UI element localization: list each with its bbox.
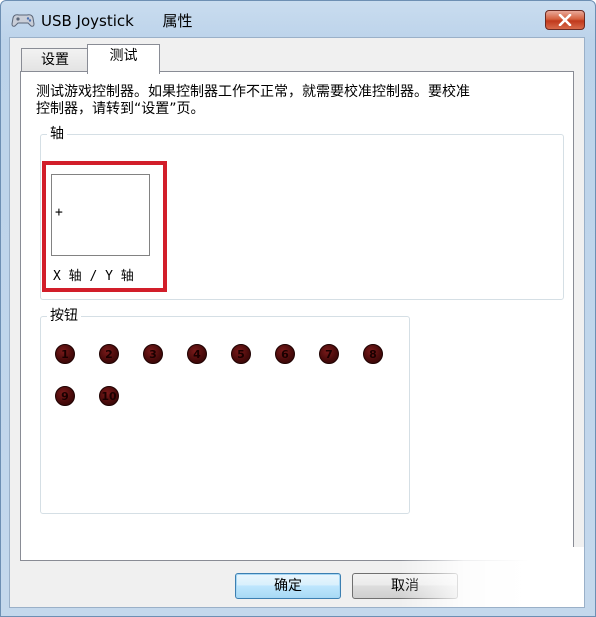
close-icon <box>558 14 572 26</box>
joystick-button-number: 1 <box>61 347 69 361</box>
cancel-button-label: 取消 <box>391 578 419 594</box>
description-line-2: 控制器，请转到“设置”页。 <box>36 101 205 117</box>
description-text: 测试游戏控制器。如果控制器工作不正常，就需要校准控制器。要校准 控制器，请转到“… <box>36 84 576 118</box>
joystick-button-indicator: 3 <box>143 344 163 364</box>
tab-test-label: 测试 <box>109 48 138 64</box>
joystick-button-indicator: 2 <box>99 344 119 364</box>
close-button[interactable] <box>545 10 585 30</box>
joystick-button-number: 7 <box>325 347 333 361</box>
cancel-button[interactable]: 取消 <box>352 573 458 599</box>
joystick-button-number: 6 <box>281 347 289 361</box>
ok-button-label: 确定 <box>274 578 302 594</box>
window-title-device: USB Joystick <box>41 12 134 30</box>
joystick-button-indicator: 8 <box>363 344 383 364</box>
joystick-button-indicator: 10 <box>99 386 119 406</box>
tab-test[interactable]: 测试 <box>87 44 160 74</box>
window-title-suffix: 属性 <box>162 12 193 30</box>
joystick-button-number: 5 <box>237 347 245 361</box>
title-bar[interactable]: USB Joystick 属性 <box>1 1 595 37</box>
description-line-1: 测试游戏控制器。如果控制器工作不正常，就需要校准控制器。要校准 <box>36 84 470 100</box>
window-title: USB Joystick 属性 <box>41 10 192 31</box>
joystick-button-number: 4 <box>193 347 201 361</box>
dialog-body: 设置 测试 测试游戏控制器。如果控制器工作不正常，就需要校准控制器。要校准 控制… <box>9 37 585 608</box>
tab-settings-label: 设置 <box>41 52 69 68</box>
game-controller-icon <box>11 14 35 27</box>
ok-button[interactable]: 确定 <box>235 573 341 599</box>
joystick-button-indicator: 5 <box>231 344 251 364</box>
joystick-button-indicator: 1 <box>55 344 75 364</box>
joystick-button-indicator: 4 <box>187 344 207 364</box>
joystick-button-indicator: 6 <box>275 344 295 364</box>
axis-group-label: 轴 <box>47 123 67 143</box>
joystick-button-number: 8 <box>369 347 377 361</box>
buttons-group <box>40 316 410 514</box>
buttons-group-label: 按钮 <box>47 305 81 325</box>
joystick-button-indicator: 7 <box>319 344 339 364</box>
joystick-button-number: 10 <box>101 389 117 403</box>
properties-window: USB Joystick 属性 设置 测试 测试游戏控制器。如果控制器工作不正常… <box>0 0 596 617</box>
joystick-button-indicator: 9 <box>55 386 75 406</box>
tab-settings[interactable]: 设置 <box>21 48 89 72</box>
joystick-button-number: 2 <box>105 347 113 361</box>
highlight-box <box>42 161 167 292</box>
joystick-button-number: 9 <box>61 389 69 403</box>
joystick-button-number: 3 <box>149 347 157 361</box>
